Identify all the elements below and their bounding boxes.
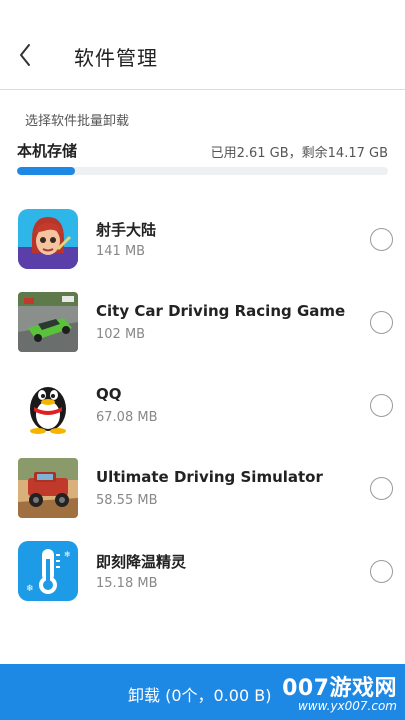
select-radio[interactable] [370,477,393,500]
app-size: 141 MB [96,244,146,259]
uninstall-button[interactable]: 卸载 (0个，0.00 B) [128,682,271,706]
app-name: QQ [96,385,122,403]
qq-penguin-icon [18,375,78,435]
thermometer-icon: ❄ ❄ [18,541,78,601]
app-name: City Car Driving Racing Game [96,302,346,320]
offroad-truck-icon [18,458,78,518]
select-radio[interactable] [370,228,393,251]
storage-label: 本机存储 [17,142,78,160]
list-item[interactable]: ❄ ❄ 即刻降温精灵 15.18 MB [0,527,405,610]
select-radio[interactable] [370,311,393,334]
svg-text:❄: ❄ [64,550,71,559]
app-header: 软件管理 [0,0,405,90]
app-name: 即刻降温精灵 [96,553,187,571]
select-radio[interactable] [370,560,393,583]
storage-usage-text: 已用2.61 GB，剩余14.17 GB [210,146,388,161]
watermark-url: www.yx007.com [297,699,397,713]
storage-progress-fill [17,167,75,175]
list-item[interactable]: City Car Driving Racing Game 102 MB [0,278,405,361]
svg-text:❄: ❄ [26,584,34,594]
storage-progress-bar [17,167,388,175]
app-size: 15.18 MB [96,576,158,591]
list-item[interactable]: QQ 67.08 MB [0,361,405,444]
list-item[interactable]: Ultimate Driving Simulator 58.55 MB [0,444,405,527]
app-size: 102 MB [96,327,146,342]
app-size: 58.55 MB [96,493,158,508]
uninstall-bar[interactable]: 卸载 (0个，0.00 B) 007游戏网 www.yx007.com [0,664,405,720]
batch-uninstall-hint: 选择软件批量卸载 [25,114,130,129]
app-size: 67.08 MB [96,410,158,425]
app-name: 射手大陆 [96,221,157,239]
back-button[interactable] [14,40,38,70]
list-item[interactable]: 射手大陆 141 MB [0,195,405,278]
page-title: 软件管理 [74,46,158,70]
app-name: Ultimate Driving Simulator [96,468,323,486]
select-radio[interactable] [370,394,393,417]
car-racing-icon [18,292,78,352]
chevron-left-icon [20,44,30,66]
archer-game-icon [18,209,78,269]
watermark-logo: 007游戏网 [282,676,397,701]
